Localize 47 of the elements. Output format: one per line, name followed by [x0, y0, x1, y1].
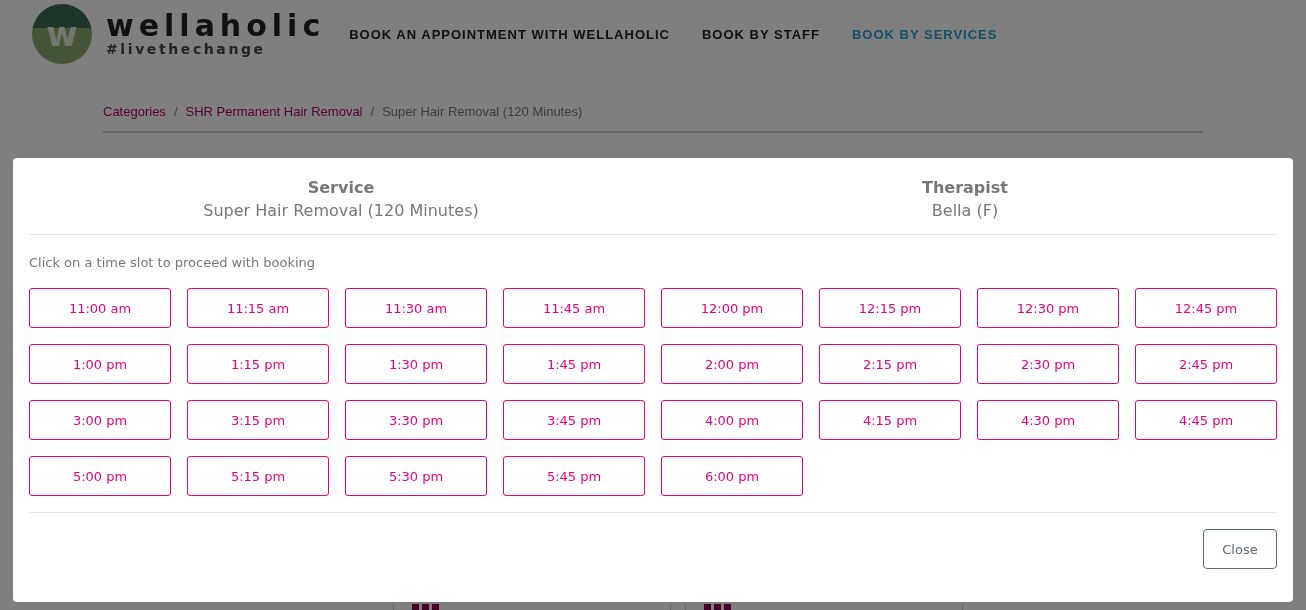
- time-slot-button[interactable]: 12:00 pm: [661, 288, 803, 328]
- time-slot-button[interactable]: 11:30 am: [345, 288, 487, 328]
- close-button[interactable]: Close: [1203, 529, 1277, 569]
- brand-name: wellaholic: [106, 11, 326, 41]
- time-slot-button[interactable]: 11:00 am: [29, 288, 171, 328]
- logo-badge: w: [32, 4, 92, 64]
- service-name: Super Hair Removal (120 Minutes): [203, 201, 479, 220]
- time-slot-button[interactable]: 11:45 am: [503, 288, 645, 328]
- time-slot-button[interactable]: 5:15 pm: [187, 456, 329, 496]
- time-slot-button[interactable]: 4:45 pm: [1135, 400, 1277, 440]
- time-slot-button[interactable]: 12:30 pm: [977, 288, 1119, 328]
- breadcrumb-separator: /: [173, 104, 178, 119]
- time-slot-button[interactable]: 1:30 pm: [345, 344, 487, 384]
- time-slot-button[interactable]: 3:00 pm: [29, 400, 171, 440]
- time-slot-button[interactable]: 4:00 pm: [661, 400, 803, 440]
- time-slot-button[interactable]: 12:45 pm: [1135, 288, 1277, 328]
- breadcrumb-separator: /: [370, 104, 375, 119]
- time-slot-button[interactable]: 12:15 pm: [819, 288, 961, 328]
- brand-tagline: #livethechange: [106, 41, 267, 57]
- time-slot-button[interactable]: 3:45 pm: [503, 400, 645, 440]
- instruction-text: Click on a time slot to proceed with booking: [29, 255, 317, 270]
- nav-link[interactable]: BOOK BY STAFF: [701, 26, 820, 42]
- squares-icon: [412, 604, 439, 610]
- breadcrumb-link[interactable]: SHR Permanent Hair Removal: [185, 104, 363, 119]
- breadcrumb-link[interactable]: Categories: [103, 104, 166, 119]
- therapist-name: Bella (F): [931, 201, 999, 220]
- time-slot-button[interactable]: 1:00 pm: [29, 344, 171, 384]
- time-slot-button[interactable]: 3:30 pm: [345, 400, 487, 440]
- time-slot-button[interactable]: 11:15 am: [187, 288, 329, 328]
- time-slot-button[interactable]: 2:30 pm: [977, 344, 1119, 384]
- time-slot-button[interactable]: 4:15 pm: [819, 400, 961, 440]
- time-slot-button[interactable]: 1:45 pm: [503, 344, 645, 384]
- time-slot-button[interactable]: 1:15 pm: [187, 344, 329, 384]
- time-slot-button[interactable]: 4:30 pm: [977, 400, 1119, 440]
- squares-icon: [704, 604, 731, 610]
- time-slot-button[interactable]: 3:15 pm: [187, 400, 329, 440]
- time-slot-button[interactable]: 2:15 pm: [819, 344, 961, 384]
- service-label: Service: [307, 178, 375, 197]
- time-slot-button[interactable]: 5:30 pm: [345, 456, 487, 496]
- breadcrumb-current: Super Hair Removal (120 Minutes): [382, 104, 583, 119]
- time-slot-button[interactable]: 6:00 pm: [661, 456, 803, 496]
- time-slot-button[interactable]: 5:00 pm: [29, 456, 171, 496]
- time-slot-button[interactable]: 2:45 pm: [1135, 344, 1277, 384]
- nav-link[interactable]: BOOK AN APPOINTMENT WITH WELLAHOLIC: [349, 26, 670, 42]
- time-slot-button[interactable]: 5:45 pm: [503, 456, 645, 496]
- therapist-label: Therapist: [922, 178, 1008, 197]
- time-slot-button[interactable]: 2:00 pm: [661, 344, 803, 384]
